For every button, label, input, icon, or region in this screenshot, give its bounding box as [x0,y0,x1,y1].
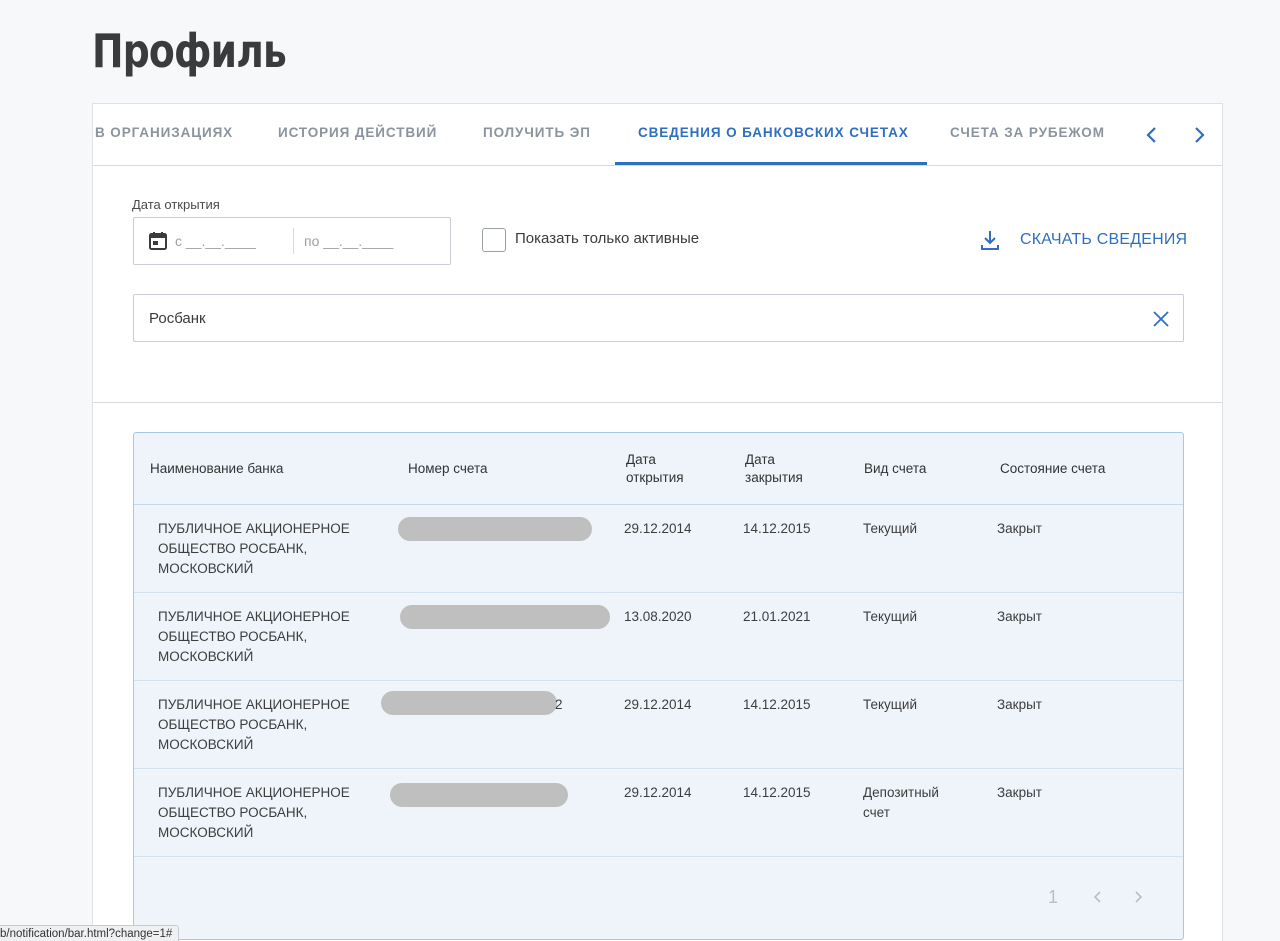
tab-scroll-left-button[interactable] [1140,122,1164,148]
open-date: 29.12.2014 [624,697,692,712]
open-date: 13.08.2020 [624,609,692,624]
page-title: Профиль [92,24,287,78]
search-value: Росбанк [149,310,206,327]
date-range-field: с __.__.____ по __.__.____ [133,217,451,265]
pagination-page[interactable]: 1 [1048,887,1058,908]
redacted-account-number [381,691,557,715]
profile-card: В ОРГАНИЗАЦИЯХ ИСТОРИЯ ДЕЙСТВИЙ ПОЛУЧИТЬ… [92,103,1223,941]
section-divider [93,402,1222,403]
account-status: Закрыт [997,785,1042,800]
chevron-right-icon[interactable] [1131,889,1145,905]
chevron-left-icon [1146,127,1156,143]
tab-organizations[interactable]: В ОРГАНИЗАЦИЯХ [95,104,233,166]
table-row: ПУБЛИЧНОЕ АКЦИОНЕРНОЕ ОБЩЕСТВО РОСБАНК, … [134,593,1183,681]
active-only-label[interactable]: Показать только активные [515,230,699,247]
col-account-status: Состояние счета [1000,461,1106,476]
open-date: 29.12.2014 [624,785,692,800]
redacted-account-number [398,517,592,541]
calendar-icon[interactable] [148,231,168,251]
browser-status-url: b/notification/bar.html?change=1# [0,925,180,941]
close-date: 14.12.2015 [743,785,811,800]
bank-name: ПУБЛИЧНОЕ АКЦИОНЕРНОЕ ОБЩЕСТВО РОСБАНК, … [158,521,350,576]
account-type: Текущий [863,609,917,624]
close-icon[interactable] [1150,308,1172,330]
bank-accounts-table: Наименование банка Номер счета Дата откр… [133,432,1184,940]
col-account-number: Номер счета [408,461,488,476]
tab-action-history[interactable]: ИСТОРИЯ ДЕЙСТВИЙ [278,104,437,166]
redacted-account-number [400,605,610,629]
date-from-input[interactable]: с __.__.____ [175,233,256,249]
account-type: Депозитный счет [863,785,939,820]
chevron-right-icon [1195,127,1205,143]
col-close-date: Дата закрытия [745,452,803,485]
date-separator [293,228,294,254]
tab-get-signature[interactable]: ПОЛУЧИТЬ ЭП [483,104,591,166]
account-status: Закрыт [997,697,1042,712]
active-only-checkbox[interactable] [482,228,506,252]
download-label: СКАЧАТЬ СВЕДЕНИЯ [1020,231,1188,248]
active-tab-indicator [615,162,927,165]
close-date: 14.12.2015 [743,521,811,536]
table-row: ПУБЛИЧНОЕ АКЦИОНЕРНОЕ ОБЩЕСТВО РОСБАНК, … [134,769,1183,857]
account-type: Текущий [863,697,917,712]
table-row: ПУБЛИЧНОЕ АКЦИОНЕРНОЕ ОБЩЕСТВО РОСБАНК, … [134,505,1183,593]
col-open-date: Дата открытия [626,452,684,485]
table-header: Наименование банка Номер счета Дата откр… [134,433,1183,505]
redacted-account-number [390,783,568,807]
tab-foreign-accounts[interactable]: СЧЕТА ЗА РУБЕЖОМ [950,104,1105,166]
tab-scroll-right-button[interactable] [1187,122,1211,148]
close-date: 21.01.2021 [743,609,811,624]
close-date: 14.12.2015 [743,697,811,712]
tab-bar: В ОРГАНИЗАЦИЯХ ИСТОРИЯ ДЕЙСТВИЙ ПОЛУЧИТЬ… [93,104,1222,166]
col-account-type: Вид счета [864,461,927,476]
bank-name: ПУБЛИЧНОЕ АКЦИОНЕРНОЕ ОБЩЕСТВО РОСБАНК, … [158,609,350,664]
bank-name: ПУБЛИЧНОЕ АКЦИОНЕРНОЕ ОБЩЕСТВО РОСБАНК, … [158,697,350,752]
date-to-input[interactable]: по __.__.____ [304,233,393,249]
bank-name: ПУБЛИЧНОЕ АКЦИОНЕРНОЕ ОБЩЕСТВО РОСБАНК, … [158,785,350,840]
account-type: Текущий [863,521,917,536]
tab-bank-accounts[interactable]: СВЕДЕНИЯ О БАНКОВСКИХ СЧЕТАХ [638,104,909,166]
table-row: ПУБЛИЧНОЕ АКЦИОНЕРНОЕ ОБЩЕСТВО РОСБАНК, … [134,681,1183,769]
bank-search-input[interactable]: Росбанк [133,294,1184,342]
date-range-label: Дата открытия [132,197,220,212]
col-bank-name: Наименование банка [150,461,284,476]
open-date: 29.12.2014 [624,521,692,536]
account-status: Закрыт [997,521,1042,536]
account-status: Закрыт [997,609,1042,624]
chevron-left-icon[interactable] [1091,889,1105,905]
account-number-fragment: 2 [555,697,563,712]
download-icon [981,231,999,250]
